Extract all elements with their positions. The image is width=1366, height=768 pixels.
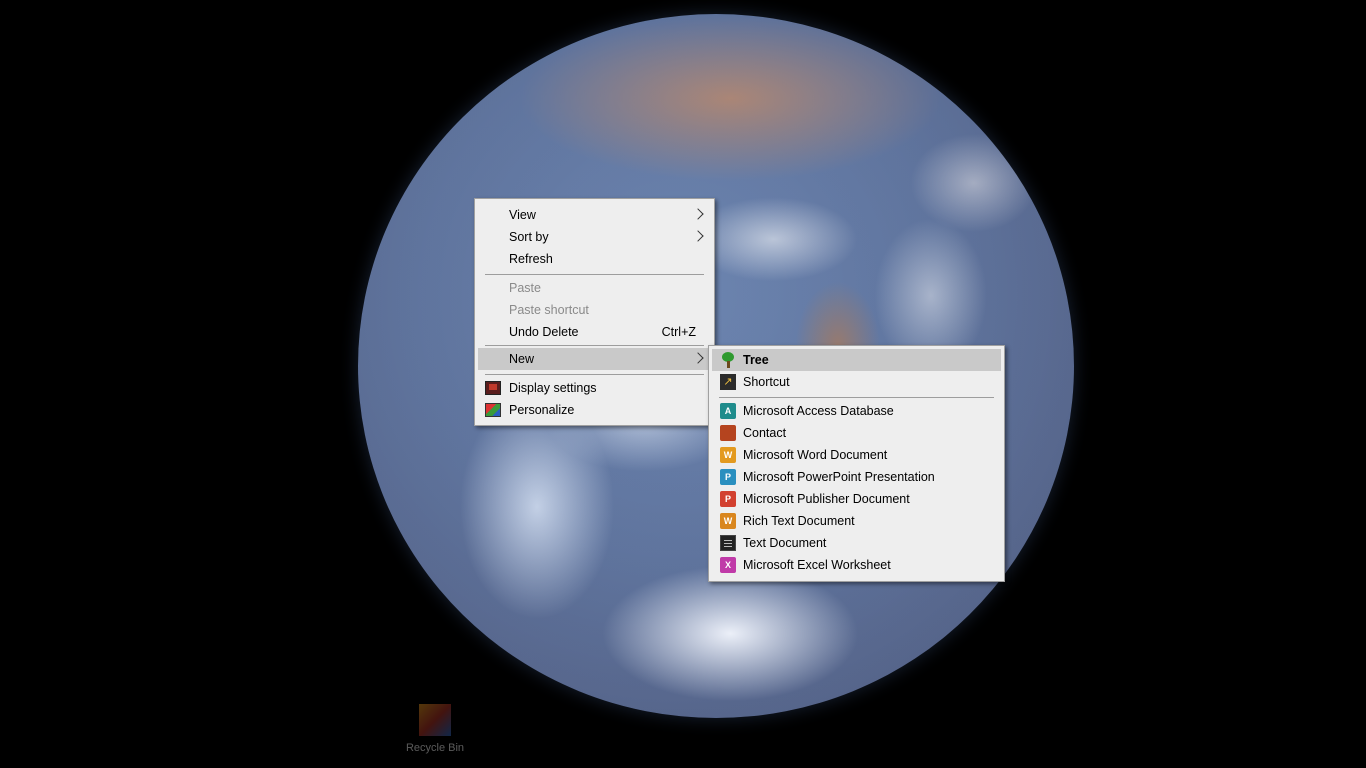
chevron-right-icon bbox=[692, 352, 704, 364]
menu-item-new[interactable]: New bbox=[478, 348, 711, 370]
submenu-item-text-document[interactable]: Text Document bbox=[712, 532, 1001, 554]
submenu-item-powerpoint-presentation[interactable]: P Microsoft PowerPoint Presentation bbox=[712, 466, 1001, 488]
submenu-item-label: Microsoft Publisher Document bbox=[743, 492, 910, 506]
display-settings-icon bbox=[485, 381, 501, 395]
new-submenu: Tree ↗ Shortcut A Microsoft Access Datab… bbox=[708, 345, 1005, 582]
personalize-icon bbox=[485, 403, 501, 417]
desktop-context-menu: View Sort by Refresh Paste Paste shortcu… bbox=[474, 198, 715, 426]
menu-item-label: View bbox=[509, 208, 536, 222]
menu-item-label: Display settings bbox=[509, 381, 597, 395]
menu-item-shortcut: Ctrl+Z bbox=[661, 325, 696, 339]
submenu-item-access-database[interactable]: A Microsoft Access Database bbox=[712, 400, 1001, 422]
word-icon: W bbox=[720, 447, 736, 463]
chevron-right-icon bbox=[692, 230, 704, 242]
menu-item-personalize[interactable]: Personalize bbox=[478, 399, 711, 421]
submenu-item-label: Text Document bbox=[743, 536, 827, 550]
shortcut-icon: ↗ bbox=[720, 374, 736, 390]
menu-item-label: Refresh bbox=[509, 252, 553, 266]
submenu-item-publisher-document[interactable]: P Microsoft Publisher Document bbox=[712, 488, 1001, 510]
submenu-item-label: Microsoft Word Document bbox=[743, 448, 888, 462]
menu-item-label: Undo Delete bbox=[509, 325, 579, 339]
text-document-icon bbox=[720, 535, 736, 551]
menu-item-paste-shortcut[interactable]: Paste shortcut bbox=[478, 299, 711, 321]
menu-separator bbox=[719, 397, 994, 398]
chevron-right-icon bbox=[692, 208, 704, 220]
submenu-item-excel-worksheet[interactable]: X Microsoft Excel Worksheet bbox=[712, 554, 1001, 576]
menu-item-label: New bbox=[509, 352, 535, 366]
tree-trunk bbox=[727, 361, 730, 368]
menu-item-label: Personalize bbox=[509, 403, 575, 417]
submenu-item-label: Microsoft Access Database bbox=[743, 404, 894, 418]
menu-item-view[interactable]: View bbox=[478, 204, 711, 226]
desktop-icon-label: Recycle Bin bbox=[405, 742, 465, 754]
menu-item-label: Paste shortcut bbox=[509, 303, 589, 317]
menu-item-refresh[interactable]: Refresh bbox=[478, 248, 711, 270]
tree-icon bbox=[720, 352, 736, 368]
menu-separator bbox=[485, 345, 704, 346]
menu-item-undo-delete[interactable]: Undo Delete Ctrl+Z bbox=[478, 321, 711, 343]
submenu-item-tree[interactable]: Tree bbox=[712, 349, 1001, 371]
menu-item-paste[interactable]: Paste bbox=[478, 277, 711, 299]
desktop-shortcut-icon[interactable]: Recycle Bin bbox=[405, 700, 465, 768]
menu-separator bbox=[485, 274, 704, 275]
submenu-item-word-document[interactable]: W Microsoft Word Document bbox=[712, 444, 1001, 466]
powerpoint-icon: P bbox=[720, 469, 736, 485]
submenu-item-label: Rich Text Document bbox=[743, 514, 855, 528]
publisher-icon: P bbox=[720, 491, 736, 507]
submenu-item-shortcut[interactable]: ↗ Shortcut bbox=[712, 371, 1001, 393]
submenu-item-label: Microsoft PowerPoint Presentation bbox=[743, 470, 935, 484]
excel-icon: X bbox=[720, 557, 736, 573]
menu-item-label: Paste bbox=[509, 281, 541, 295]
access-icon: A bbox=[720, 403, 736, 419]
submenu-item-label: Shortcut bbox=[743, 375, 790, 389]
menu-item-label: Sort by bbox=[509, 230, 549, 244]
recycle-bin-icon bbox=[419, 704, 451, 736]
desktop[interactable]: Recycle Bin View Sort by Refresh Paste P… bbox=[0, 0, 1366, 768]
menu-separator bbox=[485, 374, 704, 375]
submenu-item-label: Contact bbox=[743, 426, 787, 440]
submenu-item-rich-text-document[interactable]: W Rich Text Document bbox=[712, 510, 1001, 532]
rich-text-icon: W bbox=[720, 513, 736, 529]
submenu-item-contact[interactable]: Contact bbox=[712, 422, 1001, 444]
submenu-item-label: Microsoft Excel Worksheet bbox=[743, 558, 891, 572]
menu-item-sort-by[interactable]: Sort by bbox=[478, 226, 711, 248]
submenu-item-label: Tree bbox=[743, 353, 769, 367]
contact-icon bbox=[720, 425, 736, 441]
menu-item-display-settings[interactable]: Display settings bbox=[478, 377, 711, 399]
